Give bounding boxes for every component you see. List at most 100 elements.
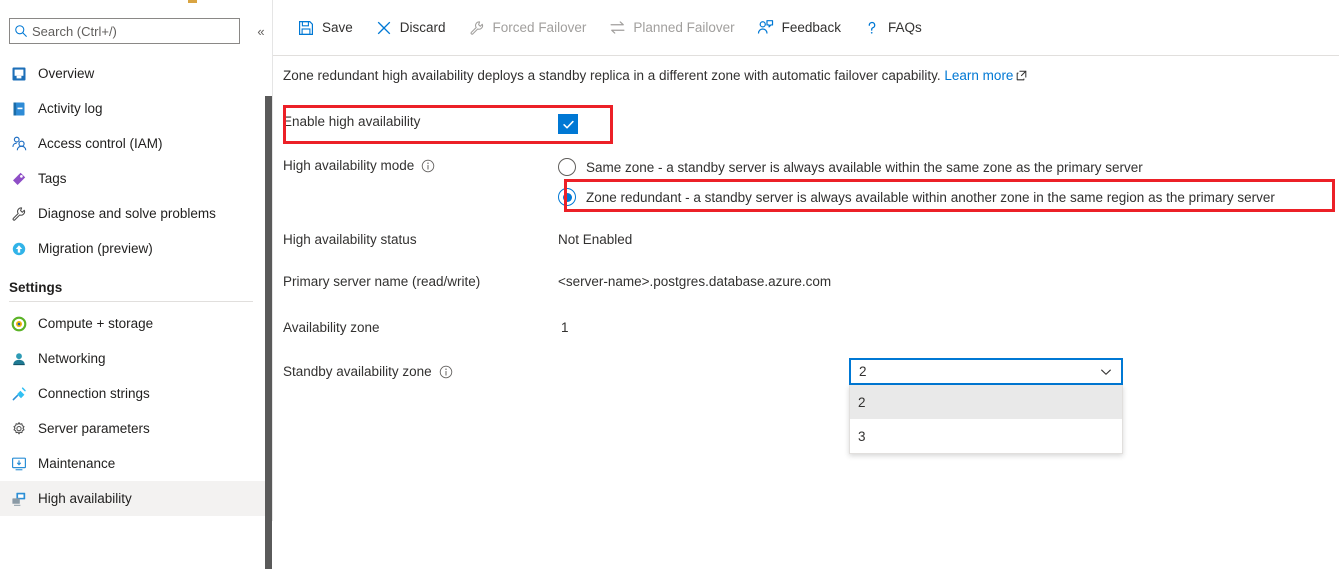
forced-failover-label: Forced Failover xyxy=(492,20,587,35)
sidebar-item-connection-strings[interactable]: Connection strings xyxy=(0,376,265,411)
standby-zone-option-2[interactable]: 2 xyxy=(850,385,1122,419)
overview-icon xyxy=(9,64,29,84)
chevron-down-icon xyxy=(1099,365,1113,379)
ha-mode-label: High availability mode xyxy=(283,158,558,173)
high-availability-icon xyxy=(9,489,29,509)
sidebar-item-migration-preview[interactable]: Migration (preview) xyxy=(0,231,265,266)
standby-zone-dropdown-field[interactable]: 2 xyxy=(849,358,1123,385)
availability-zone-value: 1 xyxy=(561,320,569,335)
primary-server-value: <server-name>.postgres.database.azure.co… xyxy=(558,274,832,289)
ha-mode-option-label: Zone redundant - a standby server is alw… xyxy=(586,189,1275,205)
connection-strings-icon xyxy=(9,384,29,404)
sidebar-item-access-control[interactable]: Access control (IAM) xyxy=(0,126,265,161)
ha-mode-option-label: Same zone - a standby server is always a… xyxy=(586,159,1143,175)
external-link-icon xyxy=(1016,70,1027,81)
maintenance-icon xyxy=(9,454,29,474)
standby-zone-dropdown-list: 2 3 xyxy=(849,385,1123,454)
sidebar-item-label: Overview xyxy=(38,66,95,81)
standby-zone-label: Standby availability zone xyxy=(283,364,558,379)
sidebar-item-label: High availability xyxy=(38,491,132,506)
server-parameters-icon xyxy=(9,419,29,439)
sidebar-group-title: Settings xyxy=(9,280,63,295)
sidebar-item-server-parameters[interactable]: Server parameters xyxy=(0,411,265,446)
standby-zone-row: Standby availability zone xyxy=(283,364,558,379)
ha-mode-options: Same zone - a standby server is always a… xyxy=(558,158,1275,206)
ha-status-row: High availability status Not Enabled xyxy=(283,232,632,247)
radio-unselected-icon xyxy=(558,158,576,176)
description-text: Zone redundant high availability deploys… xyxy=(283,68,941,83)
networking-icon xyxy=(9,349,29,369)
faqs-button[interactable]: FAQs xyxy=(855,12,930,44)
enable-high-availability-checkbox[interactable] xyxy=(558,114,578,134)
sidebar-item-label: Tags xyxy=(38,171,67,186)
sidebar-item-networking[interactable]: Networking xyxy=(0,341,265,376)
question-mark-icon xyxy=(863,19,881,37)
standby-zone-dropdown[interactable]: 2 2 3 xyxy=(849,358,1123,454)
ha-mode-option-zone-redundant[interactable]: Zone redundant - a standby server is alw… xyxy=(558,188,1275,206)
enable-high-availability-row: Enable high availability xyxy=(283,114,578,134)
sidebar-item-diagnose-and-solve-problems[interactable]: Diagnose and solve problems xyxy=(0,196,265,231)
swap-arrows-icon xyxy=(608,19,626,37)
availability-zone-label: Availability zone xyxy=(283,320,380,335)
wrench-icon xyxy=(9,204,29,224)
sidebar-item-high-availability[interactable]: High availability xyxy=(0,481,265,516)
learn-more-link[interactable]: Learn more xyxy=(944,68,1013,83)
discard-button[interactable]: Discard xyxy=(367,12,454,44)
primary-server-label: Primary server name (read/write) xyxy=(283,274,481,289)
command-toolbar: Save Discard Forced Failover Planned Fai… xyxy=(273,0,1339,56)
sidebar-item-label: Compute + storage xyxy=(38,316,154,331)
activity-log-icon xyxy=(9,99,29,119)
ha-mode-option-same-zone[interactable]: Same zone - a standby server is always a… xyxy=(558,158,1275,176)
ha-status-value: Not Enabled xyxy=(558,232,633,247)
azure-portal-screen: « Overview xyxy=(0,0,1339,569)
search-box[interactable] xyxy=(9,18,240,44)
collapse-menu-button[interactable]: « xyxy=(252,22,270,40)
sidebar-item-label: Networking xyxy=(38,351,106,366)
sidebar-item-compute-storage[interactable]: Compute + storage xyxy=(0,306,265,341)
availability-zone-row: Availability zone 1 xyxy=(283,320,569,335)
sidebar-divider xyxy=(9,301,253,302)
access-control-icon xyxy=(9,134,29,154)
tags-icon xyxy=(9,169,29,189)
sidebar-item-tags[interactable]: Tags xyxy=(0,161,265,196)
enable-high-availability-label: Enable high availability xyxy=(283,114,421,129)
search-input[interactable] xyxy=(32,23,239,39)
sidebar-item-label: Connection strings xyxy=(38,386,150,401)
sidebar-item-activity-log[interactable]: Activity log xyxy=(0,91,265,126)
forced-failover-button[interactable]: Forced Failover xyxy=(460,12,595,44)
sidebar-scrollbar[interactable] xyxy=(265,48,272,569)
sidebar-item-label: Access control (IAM) xyxy=(38,136,163,151)
standby-zone-label-text: Standby availability zone xyxy=(283,364,432,379)
planned-failover-button[interactable]: Planned Failover xyxy=(600,12,742,44)
feedback-icon xyxy=(757,19,775,37)
compute-storage-icon xyxy=(9,314,29,334)
sidebar-item-label: Diagnose and solve problems xyxy=(38,206,216,221)
sidebar-item-label: Activity log xyxy=(38,101,103,116)
radio-selected-icon xyxy=(558,188,576,206)
resource-nav-list: Overview Activity log Access control (IA… xyxy=(0,56,265,516)
sidebar-item-overview[interactable]: Overview xyxy=(0,56,265,91)
info-icon[interactable] xyxy=(421,159,435,173)
primary-server-row: Primary server name (read/write) <server… xyxy=(283,274,831,289)
discard-icon xyxy=(375,19,393,37)
info-icon[interactable] xyxy=(439,365,453,379)
sidebar-item-label: Server parameters xyxy=(38,421,150,436)
wrench-icon xyxy=(468,19,486,37)
feedback-button[interactable]: Feedback xyxy=(749,12,849,44)
standby-zone-option-3[interactable]: 3 xyxy=(850,419,1122,453)
planned-failover-label: Planned Failover xyxy=(633,20,735,35)
high-availability-pane: Save Discard Forced Failover Planned Fai… xyxy=(272,0,1339,521)
ha-mode-row: High availability mode Same zone - a sta… xyxy=(283,158,1275,206)
save-button[interactable]: Save xyxy=(289,12,361,44)
ha-status-label: High availability status xyxy=(283,232,417,247)
sidebar-item-label: Migration (preview) xyxy=(38,241,153,256)
ha-mode-label-text: High availability mode xyxy=(283,158,415,173)
save-label: Save xyxy=(322,20,353,35)
sidebar-item-maintenance[interactable]: Maintenance xyxy=(0,446,265,481)
migration-icon xyxy=(9,239,29,259)
sidebar-item-label: Maintenance xyxy=(38,456,116,471)
faqs-label: FAQs xyxy=(887,20,922,35)
search-icon xyxy=(10,24,32,38)
sidebar-scrollbar-thumb[interactable] xyxy=(265,96,272,569)
pane-description: Zone redundant high availability deploys… xyxy=(283,68,1027,83)
